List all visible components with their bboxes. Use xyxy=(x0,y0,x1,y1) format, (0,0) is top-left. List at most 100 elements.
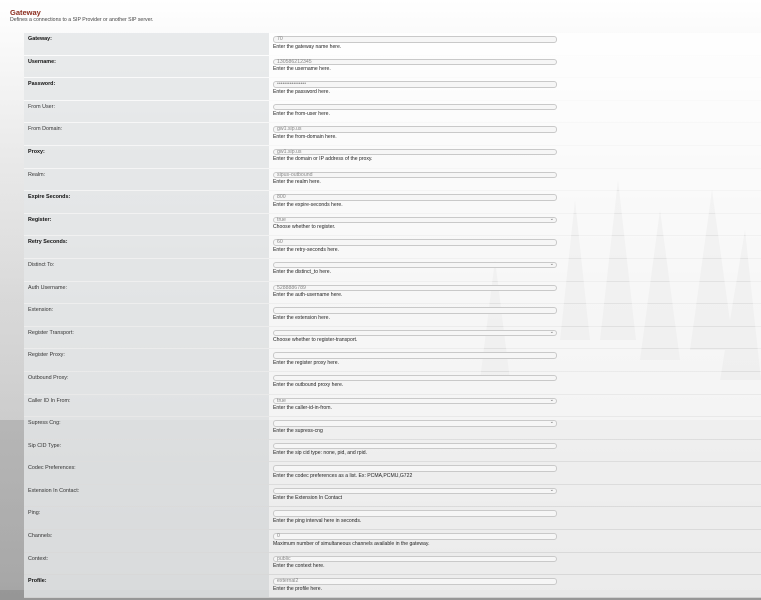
field-label: Proxy: xyxy=(24,145,269,168)
form-row: Extension: Enter the extension here. xyxy=(24,304,761,327)
field-help-text: Enter the profile here. xyxy=(273,585,322,592)
select-field[interactable]: true ⌄ xyxy=(273,397,557,404)
field-label: Extension In Contact: xyxy=(24,484,269,507)
form-row: Register: true ⌄ Choose whether to register… xyxy=(24,213,761,237)
field-label: Retry Seconds: xyxy=(24,236,269,258)
form-row: Ping: Enter the ping interval here in sec… xyxy=(24,507,761,531)
field-current-value: 5288886789 xyxy=(277,284,306,291)
text-input[interactable] xyxy=(273,465,557,472)
text-input[interactable]: external2 xyxy=(273,578,557,585)
form-row: Password: •••••••••••••••• Enter the passw… xyxy=(24,78,761,101)
field-help-text: Enter the domain or IP address of the pr… xyxy=(273,156,373,163)
form-row: Retry Seconds: 60 Enter the retry-seconds … xyxy=(24,236,761,259)
form-row: Realm: sipus-outbound Enter the realm here… xyxy=(24,168,761,192)
text-input[interactable]: sipus-outbound xyxy=(273,171,557,179)
field-help-text: Enter the auth-username here. xyxy=(273,292,343,299)
field-label: Ping: xyxy=(24,507,269,530)
text-input[interactable]: 130586212345 xyxy=(273,58,557,66)
select-field[interactable]: ⌄ xyxy=(273,487,557,495)
field-current-value: 130586212345 xyxy=(277,58,312,65)
page-subtitle: Defines a connections to a SIP Provider … xyxy=(10,17,154,23)
chevron-down-icon: ⌄ xyxy=(549,215,554,222)
field-label: Auth Username: xyxy=(24,281,269,304)
form-row: Proxy: gw1.sip.us Enter the domain or IP a… xyxy=(24,145,761,169)
field-value-cell: Enter the outbound proxy here. xyxy=(269,371,761,394)
text-input[interactable]: •••••••••••••••• xyxy=(273,81,557,88)
field-value-cell: true ⌄ Enter the caller-id-in-from. xyxy=(269,394,761,417)
select-field[interactable]: ⌄ xyxy=(273,420,557,427)
field-value-cell: 70 Enter the gateway name here. xyxy=(269,33,761,55)
field-value-cell: 60 Enter the retry-seconds here. xyxy=(269,236,761,258)
form-row: Sip CID Type: Enter the sip cid type: non… xyxy=(24,439,761,463)
field-help-text: Enter the realm here. xyxy=(273,179,321,186)
field-value-cell: sipus-outbound Enter the realm here. xyxy=(269,168,761,191)
text-input[interactable] xyxy=(273,442,557,450)
field-help-text: Choose whether to register. xyxy=(273,224,336,231)
field-value-cell: Enter the sip cid type: none, pid, and r… xyxy=(269,439,761,462)
chevron-down-icon: ⌄ xyxy=(549,328,554,335)
field-help-text: Enter the context here. xyxy=(273,563,325,570)
text-input[interactable]: 70 xyxy=(273,36,557,43)
field-label: Register Transport: xyxy=(24,326,269,349)
field-help-text: Enter the supress-cng xyxy=(273,427,323,434)
field-value-cell: ⌄ Choose whether to register-transport. xyxy=(269,326,761,349)
select-field[interactable]: ⌄ xyxy=(273,261,557,269)
text-input[interactable]: 0 xyxy=(273,533,557,540)
field-current-value: sipus-outbound xyxy=(277,171,313,178)
field-help-text: Maximum number of simultaneous channels … xyxy=(273,540,430,547)
field-label: Profile: xyxy=(24,575,269,597)
form-row: Outbound Proxy: Enter the outbound proxy … xyxy=(24,371,761,395)
text-input[interactable]: public xyxy=(273,555,557,563)
field-value-cell: gw1.sip.us Enter the from-domain here. xyxy=(269,123,761,145)
text-input[interactable]: 5288886789 xyxy=(273,284,557,292)
field-value-cell: 0 Maximum number of simultaneous channels… xyxy=(269,530,761,552)
field-current-value: gw1.sip.us xyxy=(277,126,302,133)
form-row: Profile: external2 Enter the profile here. xyxy=(24,575,761,598)
field-help-text: Enter the password here. xyxy=(273,88,330,95)
field-label: Register: xyxy=(24,213,269,236)
field-label: Codec Preferences: xyxy=(24,462,269,484)
field-label: From User: xyxy=(24,100,269,123)
field-value-cell: Enter the register proxy here. xyxy=(269,349,761,371)
text-input[interactable] xyxy=(273,307,557,314)
form-row: Distinct To: ⌄ Enter the distinct_to here. xyxy=(24,258,761,282)
select-field[interactable]: true ⌄ xyxy=(273,215,557,224)
form-row: Register Proxy: Enter the register proxy … xyxy=(24,349,761,372)
field-label: Sip CID Type: xyxy=(24,439,269,462)
field-label: Context: xyxy=(24,552,269,575)
field-current-value: gw1.sip.us xyxy=(277,148,302,155)
field-help-text: Enter the from-domain here. xyxy=(273,133,337,140)
field-current-value: 0 xyxy=(277,533,280,540)
field-label: Distinct To: xyxy=(24,258,269,281)
form-row: Auth Username: 5288886789 Enter the auth-u… xyxy=(24,281,761,305)
form-row: Username: 130586212345 Enter the username … xyxy=(24,55,761,79)
field-label: Caller ID In From: xyxy=(24,394,269,417)
field-label: Supress Cng: xyxy=(24,417,269,439)
text-input[interactable] xyxy=(273,510,557,517)
form-row: Expire Seconds: 800 Enter the expire-secon… xyxy=(24,191,761,214)
text-input[interactable]: gw1.sip.us xyxy=(273,126,557,133)
field-help-text: Enter the outbound proxy here. xyxy=(273,382,344,389)
field-label: Expire Seconds: xyxy=(24,191,269,213)
gateway-form: Gateway: 70 Enter the gateway name here. Us… xyxy=(24,33,761,598)
text-input[interactable] xyxy=(273,374,557,382)
field-help-text: Enter the username here. xyxy=(273,66,331,73)
field-current-value: public xyxy=(277,555,291,562)
text-input[interactable] xyxy=(273,352,557,359)
field-help-text: Enter the distinct_to here. xyxy=(273,269,332,276)
text-input[interactable] xyxy=(273,103,557,111)
field-help-text: Enter the caller-id-in-from. xyxy=(273,405,332,411)
field-help-text: Enter the Extension In Contact xyxy=(273,495,343,502)
field-value-cell: public Enter the context here. xyxy=(269,552,761,575)
text-input[interactable]: 800 xyxy=(273,194,557,201)
text-input[interactable]: 60 xyxy=(273,239,557,246)
field-help-text: Enter the retry-seconds here. xyxy=(273,246,339,253)
select-field[interactable]: ⌄ xyxy=(273,328,557,337)
chevron-down-icon: ⌄ xyxy=(549,419,554,426)
field-value-cell: Enter the extension here. xyxy=(269,304,761,326)
text-input[interactable]: gw1.sip.us xyxy=(273,148,557,156)
form-row: Channels: 0 Maximum number of simultaneous… xyxy=(24,530,761,553)
field-value-cell: gw1.sip.us Enter the domain or IP address… xyxy=(269,145,761,168)
field-help-text: Choose whether to register-transport. xyxy=(273,337,358,344)
form-row: Extension In Contact: ⌄ Enter the Extensio… xyxy=(24,484,761,508)
